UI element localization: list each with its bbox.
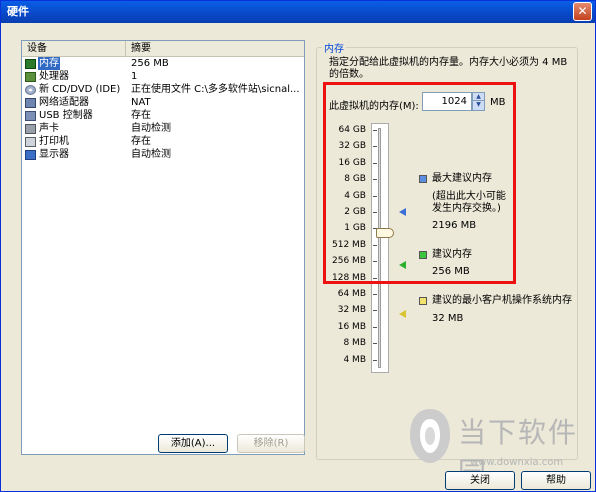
watermark-url: www.downxia.com: [470, 457, 564, 468]
annotation-highlight-box: [323, 82, 516, 284]
device-name-cell: 网络适配器: [22, 96, 126, 109]
device-name: 处理器: [39, 71, 69, 82]
window-title: 硬件: [7, 5, 29, 18]
device-row[interactable]: USB 控制器 存在: [22, 109, 304, 122]
watermark: 当下软件园 www.downxia.com: [406, 405, 591, 489]
device-summary: 自动检测: [131, 149, 171, 160]
device-list[interactable]: 设备 摘要 内存 256 MB 处理器 1 新 CD/DVD (IDE) 正在使用文件 C…: [21, 40, 305, 455]
device-row[interactable]: 声卡 自动检测: [22, 122, 304, 135]
device-summary: 存在: [131, 110, 151, 121]
device-name: 打印机: [39, 136, 69, 147]
close-window-button[interactable]: ✕: [573, 2, 592, 21]
scale-label: 4 MB: [343, 354, 366, 365]
device-name: 内存: [38, 57, 60, 70]
memory-group-title: 内存: [322, 40, 346, 55]
scale-tick: [373, 326, 377, 328]
network-adapter-icon: [25, 97, 36, 108]
processor-icon: [25, 71, 36, 82]
device-summary: 存在: [131, 136, 151, 147]
device-summary: 1: [131, 71, 138, 82]
device-row[interactable]: 打印机 存在: [22, 135, 304, 148]
scale-tick: [373, 294, 377, 295]
device-row[interactable]: 处理器 1: [22, 70, 304, 83]
scale-label: 8 MB: [343, 338, 366, 349]
column-header-device[interactable]: 设备: [22, 41, 126, 56]
close-button[interactable]: 关闭: [445, 471, 515, 490]
device-summary: 正在使用文件 C:\多多软件站\sicnal...: [131, 84, 300, 95]
device-row[interactable]: 网络适配器 NAT: [22, 96, 304, 109]
hardware-dialog: 硬件 ✕ 设备 摘要 内存 256 MB 处理器 1 新 CD/DVD (IDE) 正在使…: [0, 0, 596, 492]
min-guest-legend-icon: [419, 297, 427, 305]
printer-icon: [25, 136, 36, 147]
memory-description: 指定分配给此虚拟机的内存量。内存大小必须为 4 MB 的倍数。: [329, 57, 568, 80]
device-name: 新 CD/DVD (IDE): [39, 84, 121, 95]
min-guest-title: 建议的最小客户机操作系统内存: [432, 295, 572, 306]
device-name: USB 控制器: [39, 110, 93, 121]
scale-label: 32 MB: [337, 305, 366, 316]
device-name: 声卡: [39, 123, 59, 134]
device-summary: NAT: [131, 97, 151, 108]
device-summary: 256 MB: [131, 58, 169, 69]
display-icon: [25, 149, 36, 160]
remove-device-button: 移除(R): [237, 434, 305, 453]
device-name-cell: USB 控制器: [22, 109, 126, 122]
usb-controller-icon: [25, 110, 36, 121]
scale-tick: [373, 359, 377, 361]
column-header-summary[interactable]: 摘要: [126, 41, 304, 56]
device-name-cell: 打印机: [22, 135, 126, 148]
device-name: 网络适配器: [39, 97, 89, 108]
min-guest-value: 32 MB: [432, 313, 464, 324]
scale-tick: [373, 310, 377, 312]
help-button[interactable]: 帮助: [521, 471, 591, 490]
device-name-cell: 声卡: [22, 122, 126, 135]
sound-card-icon: [25, 123, 36, 134]
add-device-button[interactable]: 添加(A)...: [158, 434, 228, 453]
scale-label: 64 MB: [337, 289, 366, 299]
device-list-header: 设备 摘要: [22, 41, 304, 57]
device-row[interactable]: 显示器 自动检测: [22, 148, 304, 161]
device-name: 显示器: [39, 149, 69, 160]
watermark-logo-icon: [410, 409, 450, 463]
scale-tick: [373, 343, 377, 345]
device-name-cell: 显示器: [22, 148, 126, 161]
device-name-cell: 内存: [22, 57, 126, 70]
device-summary: 自动检测: [131, 123, 171, 134]
cd-dvd-icon: [25, 84, 36, 95]
device-name-cell: 新 CD/DVD (IDE): [22, 83, 126, 96]
min-guest-marker-icon: [399, 310, 406, 318]
device-row[interactable]: 内存 256 MB: [22, 57, 304, 70]
device-name-cell: 处理器: [22, 70, 126, 83]
title-bar: 硬件 ✕: [1, 1, 595, 23]
device-row[interactable]: 新 CD/DVD (IDE) 正在使用文件 C:\多多软件站\sicnal...: [22, 83, 304, 96]
memory-icon: [25, 58, 36, 69]
scale-label: 16 MB: [337, 321, 366, 332]
